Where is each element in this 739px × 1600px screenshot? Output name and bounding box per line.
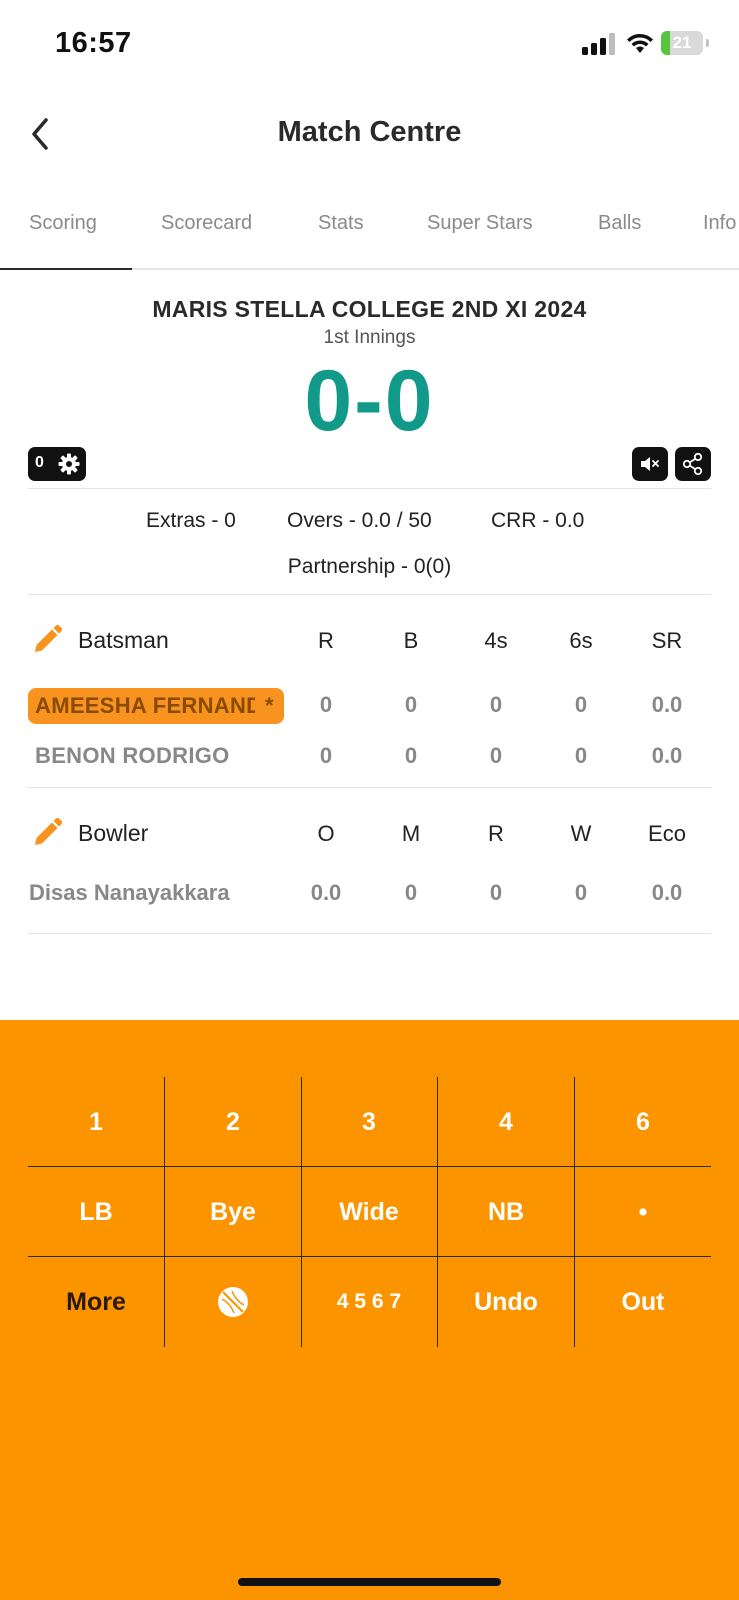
bowler-economy: 0.0 [651, 880, 683, 905]
cricket-ball-icon [218, 1287, 248, 1317]
non-striker-balls: 0 [404, 743, 418, 768]
page-title: Match Centre [277, 116, 462, 148]
key-leg-bye[interactable]: LB [28, 1167, 164, 1257]
col-wickets: W [570, 821, 592, 846]
key-2[interactable]: 2 [165, 1077, 301, 1167]
key-no-ball[interactable]: NB [438, 1167, 574, 1257]
active-tab-indicator [0, 268, 132, 270]
battery-icon: 21 [661, 31, 709, 55]
battery-level: 21 [672, 33, 692, 52]
tab-balls[interactable]: Balls [598, 212, 641, 235]
striker-batsman[interactable]: AMEESHA FERNANDO * [28, 688, 284, 724]
striker-runs: 0 [319, 692, 333, 717]
col-runs: R [318, 628, 334, 653]
crr-label: CRR - 0.0 [491, 509, 585, 532]
non-striker-fours: 0 [489, 743, 503, 768]
col-economy: Eco [648, 821, 686, 846]
col-runs-conceded: R [488, 821, 504, 846]
striker-balls: 0 [404, 692, 418, 717]
striker-fours: 0 [489, 692, 503, 717]
tab-super-stars[interactable]: Super Stars [427, 212, 533, 235]
header: Match Centre [0, 100, 739, 170]
key-more[interactable]: More [28, 1257, 164, 1347]
tab-scorecard[interactable]: Scorecard [161, 212, 252, 235]
share-icon [682, 452, 703, 476]
settings-button[interactable]: 0 [28, 447, 86, 481]
col-overs: O [317, 821, 335, 846]
col-maidens: M [401, 821, 421, 846]
striker-sixes: 0 [574, 692, 588, 717]
non-striker-name[interactable]: BENON RODRIGO [35, 743, 230, 769]
key-3[interactable]: 3 [301, 1077, 437, 1167]
striker-name: AMEESHA FERNANDO [35, 693, 255, 718]
striker-strike-rate: 0.0 [651, 692, 683, 717]
overs-label: Overs - 0.0 / 50 [287, 509, 432, 532]
status-time: 16:57 [55, 27, 132, 59]
edit-bowler-icon[interactable] [31, 817, 63, 849]
bowler-name[interactable]: Disas Nanayakkara [29, 880, 230, 906]
col-balls: B [403, 628, 419, 653]
wifi-icon [627, 33, 653, 53]
non-striker-runs: 0 [319, 743, 333, 768]
tab-info[interactable]: Info [703, 212, 736, 235]
bowler-wickets: 0 [574, 880, 588, 905]
key-6[interactable]: 6 [575, 1077, 711, 1167]
mute-button[interactable] [632, 447, 668, 481]
divider [28, 594, 711, 595]
home-indicator [238, 1578, 501, 1586]
signal-icon [582, 33, 616, 55]
gear-icon [58, 453, 80, 475]
partnership-label: Partnership - 0(0) [287, 555, 452, 578]
score: 0-0 [304, 353, 435, 449]
bowler-runs: 0 [489, 880, 503, 905]
striker-marker: * [265, 693, 274, 718]
key-extra-runs[interactable]: 4 5 6 7 [301, 1257, 437, 1347]
innings-label: 1st Innings [323, 327, 416, 348]
col-fours: 4s [484, 628, 508, 653]
team-name: MARIS STELLA COLLEGE 2ND XI 2024 [152, 296, 587, 322]
divider [28, 488, 711, 489]
key-4[interactable]: 4 [438, 1077, 574, 1167]
key-undo[interactable]: Undo [438, 1257, 574, 1347]
key-bye[interactable]: Bye [165, 1167, 301, 1257]
col-strike-rate: SR [651, 628, 683, 653]
key-dot-ball[interactable]: • [575, 1167, 711, 1257]
scoring-keypad: 1 2 3 4 6 LB Bye Wide NB • More 4 5 6 7 … [0, 1020, 739, 1600]
key-1[interactable]: 1 [28, 1077, 164, 1167]
key-wide[interactable]: Wide [301, 1167, 437, 1257]
tab-stats[interactable]: Stats [318, 212, 364, 235]
tab-bar: Scoring Scorecard Stats Super Stars Ball… [0, 192, 739, 270]
key-ball[interactable] [165, 1257, 301, 1347]
non-striker-strike-rate: 0.0 [651, 743, 683, 768]
non-striker-sixes: 0 [574, 743, 588, 768]
share-button[interactable] [675, 447, 711, 481]
bowler-maidens: 0 [404, 880, 418, 905]
bowler-overs: 0.0 [310, 880, 342, 905]
col-sixes: 6s [569, 628, 593, 653]
speaker-mute-icon [641, 457, 659, 471]
extras-label: Extras - 0 [146, 509, 236, 532]
key-out[interactable]: Out [575, 1257, 711, 1347]
batsman-header: Batsman [78, 627, 169, 653]
status-bar: 16:57 21 [0, 0, 739, 90]
divider [28, 787, 711, 788]
counter-value: 0 [35, 454, 44, 471]
tab-scoring[interactable]: Scoring [29, 212, 97, 235]
bowler-header: Bowler [78, 820, 149, 846]
divider [28, 933, 711, 934]
edit-batsman-icon[interactable] [31, 624, 63, 656]
